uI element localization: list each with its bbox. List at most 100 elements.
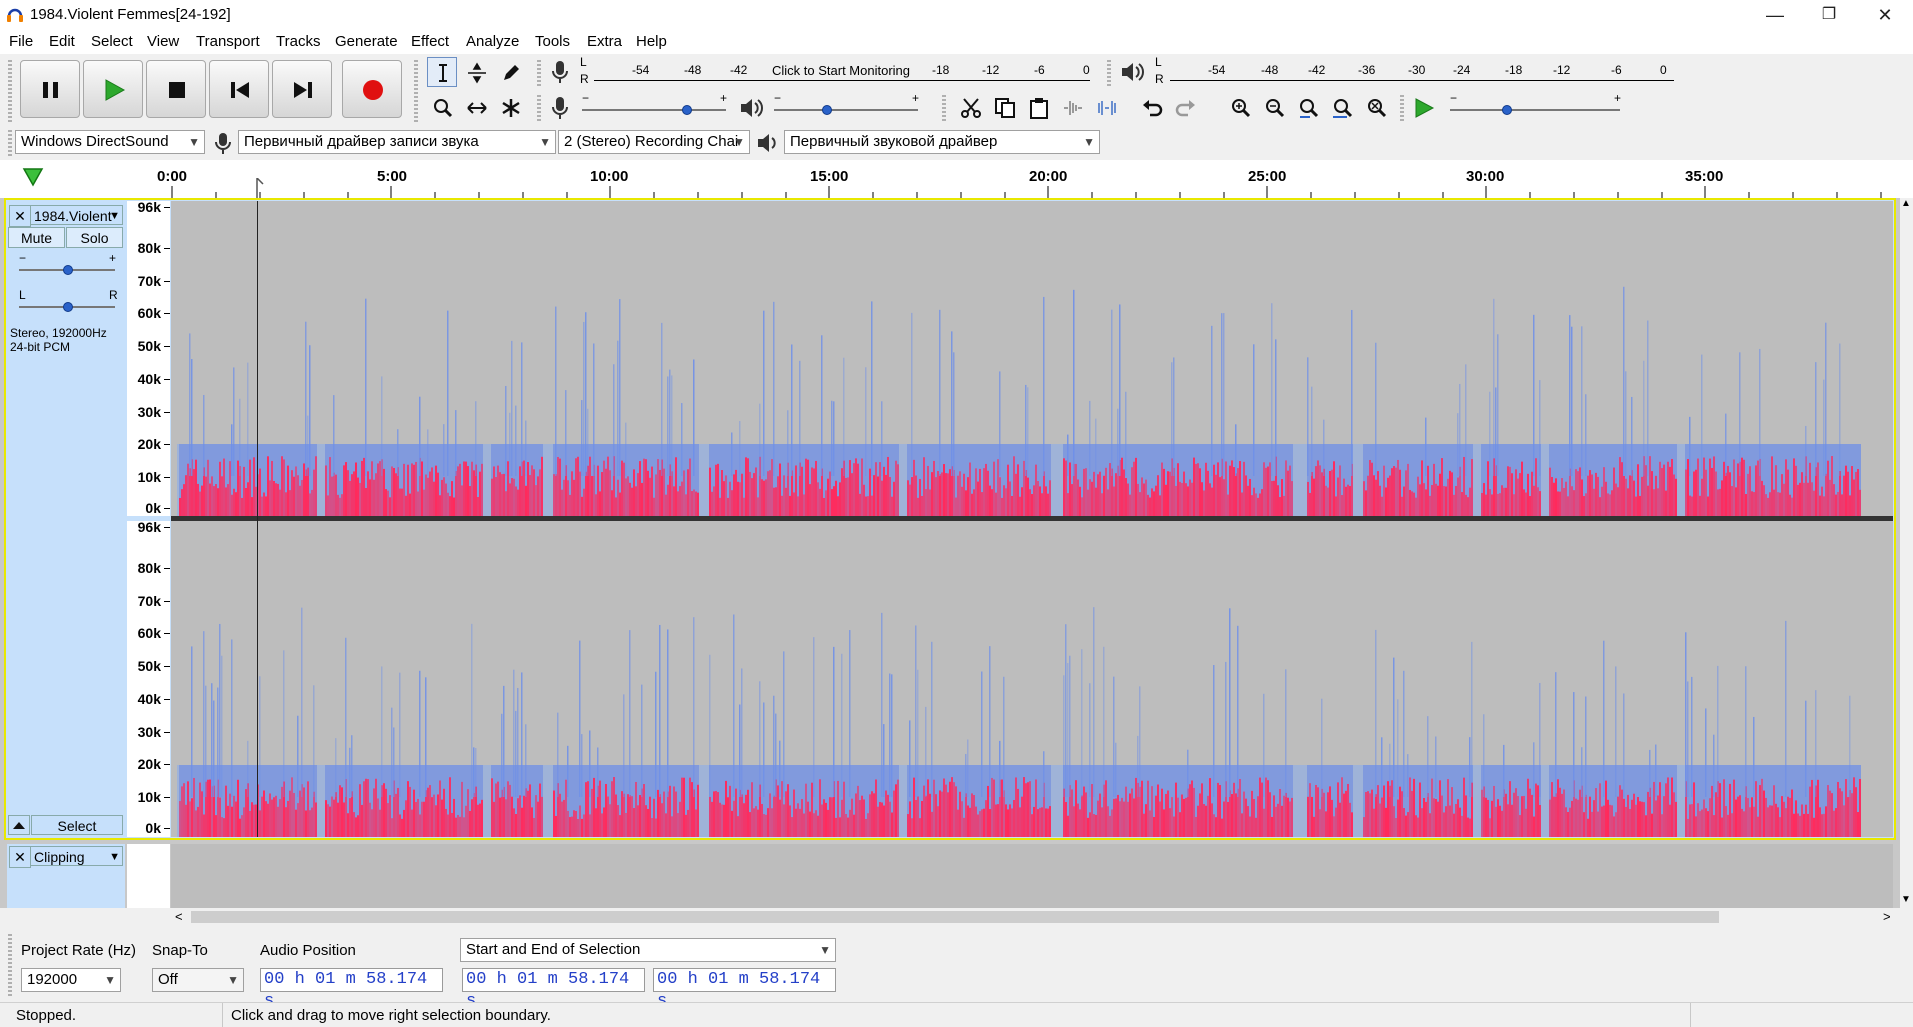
scroll-right-icon[interactable]: > [1883,909,1891,924]
play-speed-slider[interactable]: − + [1448,91,1624,119]
selection-start-field[interactable]: 00 h 01 m 58.174 s [462,968,645,1011]
skip-to-end-button[interactable] [272,60,332,118]
scrollbar-thumb[interactable] [191,911,1719,923]
selection-tool-button[interactable] [427,57,457,87]
fit-project-button[interactable] [1327,92,1357,122]
playback-meter[interactable]: -54 -48 -42 -36 -30 -24 -18 -12 -6 0 [1168,57,1676,85]
frequency-tick [164,527,170,529]
timeline-ruler[interactable]: 0:00 5:00 10:00 15:00 20:00 25:00 30:00 … [0,160,1913,198]
stop-button[interactable] [146,60,206,118]
menu-extra[interactable]: Extra [587,33,622,50]
silence-button[interactable] [1091,92,1121,122]
mute-button[interactable]: Mute [8,227,65,248]
menu-tools[interactable]: Tools [535,33,570,50]
menu-edit[interactable]: Edit [49,33,75,50]
zoom-out-button[interactable] [1259,92,1289,122]
speaker-icon[interactable] [1119,59,1145,85]
menu-analyze[interactable]: Analyze [466,33,519,50]
envelope-tool-button[interactable] [461,57,491,87]
toolbar-grabber[interactable] [1400,93,1404,121]
label-track-area[interactable] [171,844,1893,908]
track-close-button[interactable]: ✕ [9,205,31,227]
pause-button[interactable] [20,60,80,118]
menu-transport[interactable]: Transport [196,33,260,50]
play-button[interactable] [83,60,143,118]
zoom-toggle-button[interactable] [1361,92,1391,122]
paste-button[interactable] [1023,92,1053,122]
slider-thumb[interactable] [63,302,73,312]
draw-tool-button[interactable] [495,57,525,87]
slider-thumb[interactable] [682,105,692,115]
pin-head-icon[interactable] [22,166,44,188]
slider-thumb[interactable] [63,265,73,275]
record-button[interactable] [342,60,402,118]
label-track-ruler [127,844,170,908]
menu-select[interactable]: Select [91,33,133,50]
toolbar-grabber[interactable] [8,58,12,122]
track-control-panel[interactable]: ✕ 1984.Violent ▼ Mute Solo − + L R Stereo… [7,201,125,837]
play-at-speed-icon[interactable] [1412,96,1436,120]
horizontal-scrollbar[interactable]: < > [171,908,1900,926]
skip-to-start-button[interactable] [209,60,269,118]
spectrogram-channel-right[interactable] [171,521,1893,837]
recording-device-select[interactable]: Первичный драйвер записи звука ▼ [238,130,556,154]
menu-file[interactable]: File [9,33,33,50]
toolbar-grabber[interactable] [8,128,12,156]
track-name-menu[interactable]: 1984.Violent ▼ [30,205,123,225]
scroll-down-icon[interactable]: ▼ [1901,894,1911,905]
undo-button[interactable] [1136,92,1166,122]
select-track-button[interactable]: Select [31,815,123,835]
menu-help[interactable]: Help [636,33,667,50]
zoom-tool-button[interactable] [427,92,457,122]
meter-tick: -42 [730,63,748,77]
toolbar-grabber[interactable] [8,932,12,996]
label-track-name-menu[interactable]: Clipping ▼ [30,846,123,866]
toolbar-grabber[interactable] [414,58,418,122]
project-rate-select[interactable]: 192000 ▼ [21,968,121,992]
audio-host-select[interactable]: Windows DirectSound ▼ [15,130,205,154]
trim-button[interactable] [1057,92,1087,122]
minimize-button[interactable]: — [1752,0,1798,30]
maximize-button[interactable]: ❐ [1806,0,1852,30]
close-button[interactable]: ✕ [1862,0,1908,30]
vertical-scrollbar[interactable]: ▲ ▼ [1900,198,1913,908]
cut-button[interactable] [955,92,985,122]
slider-thumb[interactable] [1502,105,1512,115]
copy-button[interactable] [989,92,1019,122]
spectrogram-channel-left[interactable] [171,201,1893,516]
slider-thumb[interactable] [822,105,832,115]
recording-volume-slider[interactable]: − + [580,91,730,119]
zoom-in-button[interactable] [1225,92,1255,122]
collapse-track-button[interactable] [8,815,30,835]
microphone-icon[interactable] [549,59,571,85]
record-meter[interactable]: -54 -48 -42 Click to Start Monitoring -1… [592,57,1092,85]
redo-button[interactable] [1170,92,1200,122]
edit-cursor[interactable] [257,201,258,837]
scroll-up-icon[interactable]: ▲ [1901,198,1911,209]
multi-tool-button[interactable] [495,92,525,122]
pan-slider[interactable]: L R [15,288,119,318]
playback-device-select[interactable]: Первичный звуковой драйвер ▼ [784,130,1100,154]
scroll-left-icon[interactable]: < [175,909,183,924]
menu-effect[interactable]: Effect [411,33,449,50]
toolbar-grabber[interactable] [942,93,946,121]
toolbar-grabber[interactable] [537,93,541,121]
toolbar-grabber[interactable] [1107,58,1111,88]
gain-slider[interactable]: − + [15,251,119,281]
selection-end-field[interactable]: 00 h 01 m 58.174 s [653,968,836,1011]
audio-position-field[interactable]: 00 h 01 m 58.174 s [260,968,443,1011]
fit-selection-button[interactable] [1293,92,1323,122]
monitor-label[interactable]: Click to Start Monitoring [772,63,910,78]
menu-view[interactable]: View [147,33,179,50]
selection-mode-select[interactable]: Start and End of Selection ▼ [460,938,836,962]
label-track-close-button[interactable]: ✕ [9,846,31,868]
toolbar-grabber[interactable] [537,58,541,88]
menu-tracks[interactable]: Tracks [276,33,320,50]
menu-generate[interactable]: Generate [335,33,398,50]
recording-channels-select[interactable]: 2 (Stereo) Recording Chai ▼ [558,130,750,154]
snap-to-select[interactable]: Off ▼ [152,968,244,992]
playback-volume-slider[interactable]: − + [772,91,922,119]
solo-button[interactable]: Solo [66,227,123,248]
label-track-control-panel[interactable]: ✕ Clipping ▼ [7,844,125,908]
time-shift-tool-button[interactable] [461,92,491,122]
